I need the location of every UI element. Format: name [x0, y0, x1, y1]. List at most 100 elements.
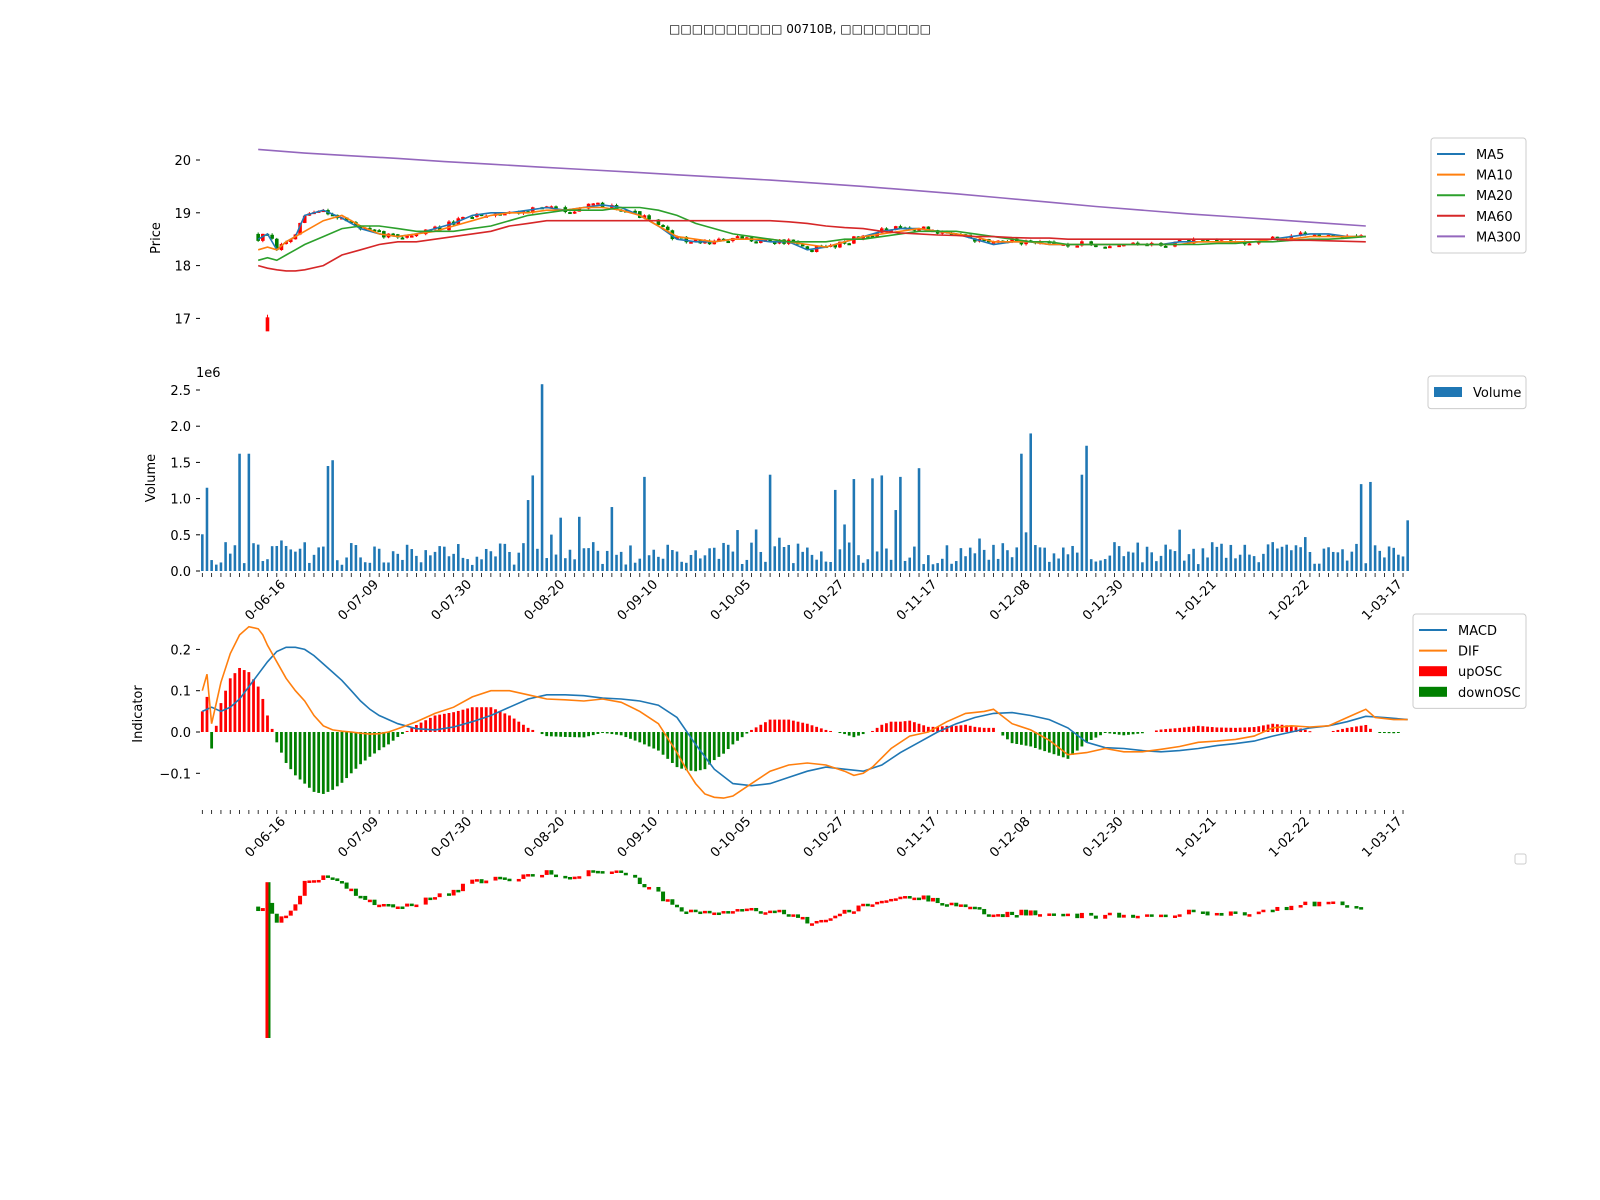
- uposc-bar: [1224, 727, 1228, 732]
- legend-entry: DIF: [1458, 645, 1479, 660]
- candle-body: [1131, 914, 1136, 918]
- volume-bar: [377, 548, 381, 571]
- candle-body: [1214, 912, 1219, 916]
- volume-bar: [880, 475, 884, 571]
- uposc-bar: [526, 727, 530, 732]
- volume-bar: [847, 542, 851, 571]
- uposc-bar: [522, 724, 525, 732]
- candle-body: [688, 909, 693, 913]
- volume-bar: [694, 550, 697, 571]
- volume-bar: [941, 558, 944, 571]
- candle-body: [656, 886, 661, 892]
- candle-body: [1228, 911, 1233, 916]
- candle-body: [391, 904, 396, 908]
- uposc-bar: [1238, 727, 1242, 732]
- indicator-panel: −0.1 0.0 0.1 0.2 Indicator 0-06-16 0-07-09 0-07…: [131, 613, 1527, 861]
- candle-body: [982, 908, 987, 915]
- uposc-bar: [824, 729, 828, 732]
- uposc-bar: [1210, 727, 1214, 732]
- candle-body: [1261, 909, 1266, 913]
- volume-bar: [550, 534, 553, 571]
- candle-body: [372, 899, 377, 906]
- volume-bar: [596, 550, 600, 571]
- downosc-bar: [387, 732, 390, 745]
- volume-bar: [340, 564, 344, 571]
- volume-bar: [410, 549, 414, 571]
- volume-bar: [1308, 551, 1312, 571]
- volume-bar: [922, 564, 925, 571]
- candle-body: [339, 881, 344, 884]
- uposc-bar: [871, 730, 874, 732]
- candle-body: [268, 882, 271, 1038]
- uposc-bar: [205, 696, 209, 732]
- downosc-bar: [1094, 732, 1098, 738]
- volume-bar: [745, 559, 749, 571]
- downosc-bar: [1057, 732, 1061, 756]
- volume-bar: [405, 544, 409, 571]
- candle-body: [377, 904, 382, 908]
- volume-bar: [736, 530, 739, 571]
- candle-body: [1117, 245, 1121, 248]
- downosc-bar: [396, 732, 400, 737]
- uposc-bar: [484, 707, 488, 732]
- downosc-bar: [1029, 732, 1033, 747]
- uposc-bar: [1215, 727, 1219, 732]
- volume-bar: [1206, 557, 1209, 571]
- volume-bar: [675, 551, 679, 571]
- candle-body: [1233, 911, 1238, 914]
- candle-body: [903, 896, 908, 899]
- line-ma300: [258, 148, 1366, 227]
- x-tick-label: 0-07-09: [336, 814, 382, 860]
- candle-body: [1033, 910, 1038, 916]
- volume-bar: [233, 545, 237, 571]
- candle-body: [1298, 905, 1303, 908]
- volume-bar: [540, 384, 544, 571]
- downosc-bar: [307, 732, 311, 788]
- candle-body: [349, 888, 354, 892]
- uposc-bar: [754, 727, 758, 732]
- x-tick-label: 0-08-20: [522, 814, 568, 860]
- volume-bar: [712, 547, 716, 571]
- uposc-bar: [447, 713, 451, 732]
- downosc-bar: [1006, 732, 1009, 740]
- volume-bar: [1406, 520, 1409, 571]
- downosc-bar: [1127, 732, 1130, 735]
- volume-bar: [1006, 550, 1009, 571]
- volume-bar: [1080, 474, 1084, 571]
- y-tick-label: −0.1: [159, 767, 191, 782]
- volume-bar: [629, 545, 632, 571]
- volume-bar: [1164, 544, 1167, 571]
- volume-bar: [1048, 561, 1051, 571]
- candle-body: [744, 908, 749, 912]
- uposc-bar: [903, 721, 907, 732]
- candle-body: [805, 916, 810, 924]
- candle-body: [1270, 909, 1275, 913]
- candle-body: [754, 241, 758, 244]
- volume-bar: [1294, 545, 1298, 571]
- uposc-bar: [885, 723, 888, 732]
- volume-bar: [447, 556, 451, 571]
- y-tick-label: 0.5: [170, 529, 191, 544]
- candle-body: [661, 891, 666, 902]
- volume-bar: [354, 545, 358, 571]
- candle-body: [847, 243, 852, 246]
- volume-bar: [266, 559, 269, 571]
- volume-bar: [503, 543, 507, 571]
- volume-bar: [1322, 548, 1326, 571]
- uposc-bar: [1280, 724, 1284, 732]
- candlestick-panel: [256, 853, 1527, 1038]
- uposc-bar: [1178, 727, 1182, 732]
- candle-body: [935, 897, 940, 904]
- candle-body: [693, 909, 698, 913]
- uposc-bar: [917, 723, 921, 732]
- downosc-bar: [633, 732, 637, 741]
- candle-body: [405, 903, 410, 907]
- candle-body: [726, 911, 731, 914]
- downosc-bar: [1099, 732, 1102, 736]
- uposc-bar: [805, 723, 809, 732]
- volume-bar: [1397, 554, 1400, 571]
- candle-body: [991, 914, 996, 918]
- uposc-bar: [791, 720, 795, 732]
- candle-body: [828, 918, 833, 921]
- downosc-bar: [335, 732, 339, 787]
